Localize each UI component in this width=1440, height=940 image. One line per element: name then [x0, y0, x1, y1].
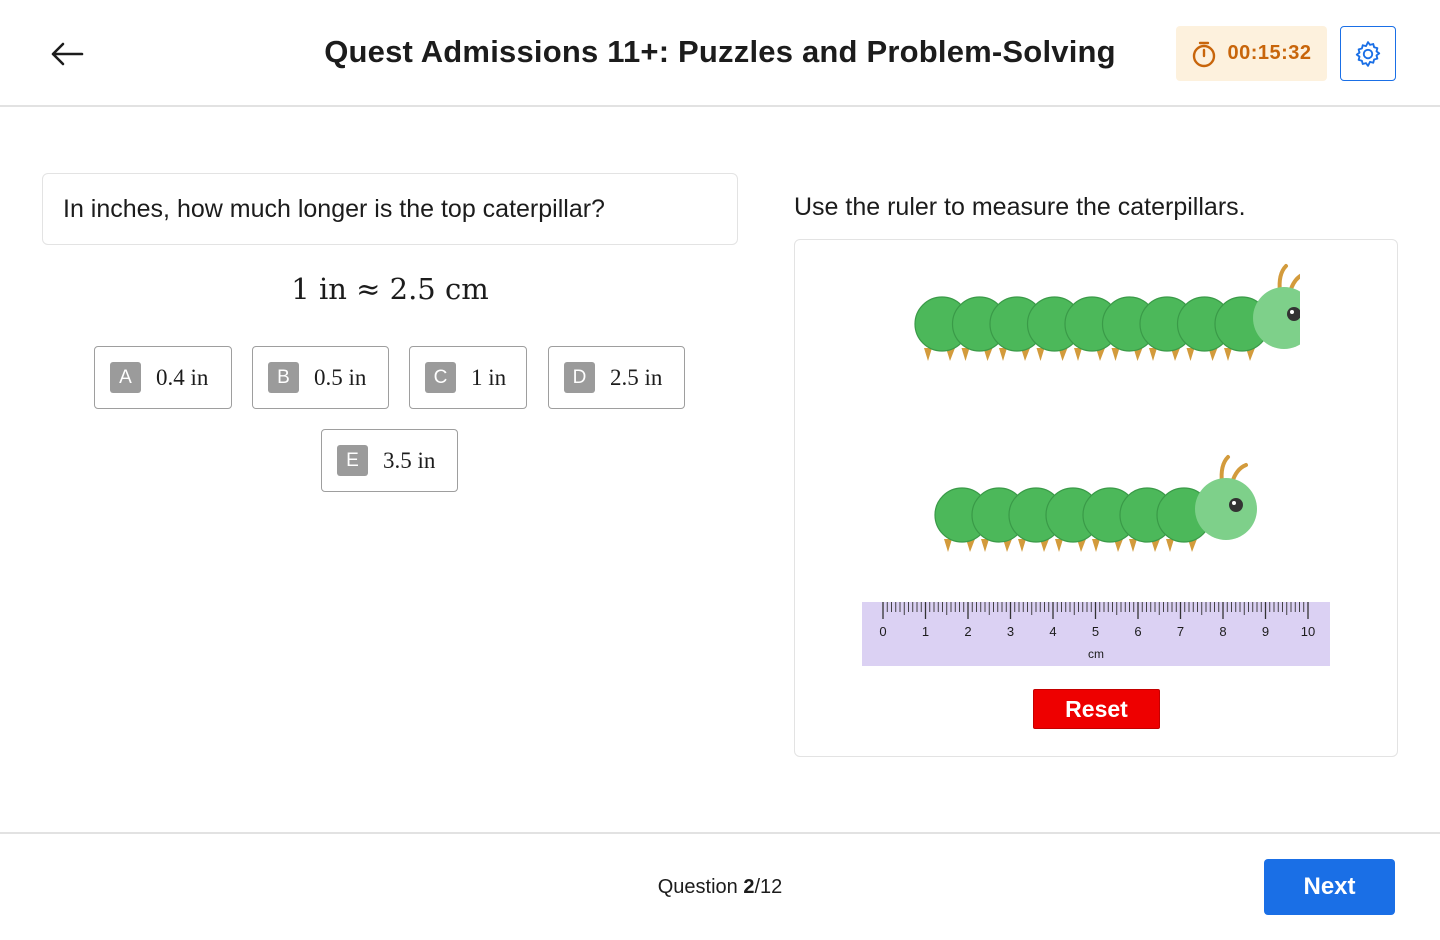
option-c[interactable]: C 1 in — [409, 346, 527, 409]
top-bar: Quest Admissions 11+: Puzzles and Proble… — [0, 0, 1440, 107]
option-letter: D — [564, 362, 595, 393]
option-text: 0.4 in — [156, 364, 209, 390]
option-e[interactable]: E 3.5 in — [321, 429, 458, 492]
caterpillar-eye — [1229, 498, 1243, 512]
caterpillar-leg — [1111, 348, 1120, 361]
option-d[interactable]: D 2.5 in — [548, 346, 685, 409]
caterpillar-bottom — [934, 455, 1257, 552]
ruler-label: 10 — [1301, 624, 1315, 639]
gear-icon — [1355, 40, 1381, 67]
option-text: 0.5 in — [314, 364, 367, 390]
next-button[interactable]: Next — [1264, 859, 1395, 915]
tool-instructions: Use the ruler to measure the caterpillar… — [794, 193, 1246, 221]
caterpillar-leg — [1036, 348, 1045, 361]
timer: 00:15:32 — [1176, 26, 1327, 81]
caterpillar-leg — [944, 539, 952, 552]
caterpillar-leg — [1149, 348, 1157, 361]
caterpillar-top — [914, 264, 1300, 361]
option-text: 3.5 in — [383, 447, 436, 473]
ruler-label: 5 — [1092, 624, 1099, 639]
ruler[interactable]: 0 1 2 3 4 5 6 7 8 9 10 cm — [862, 602, 1330, 666]
caterpillar-leg — [1074, 348, 1082, 361]
caterpillar-leg — [924, 348, 932, 361]
caterpillar-leg — [1129, 539, 1137, 552]
caterpillar-leg — [1166, 539, 1174, 552]
reset-button[interactable]: Reset — [1033, 689, 1160, 729]
ruler-label: 2 — [964, 624, 971, 639]
caterpillar-leg — [1018, 539, 1026, 552]
caterpillar-leg — [1186, 348, 1195, 361]
question-prompt: In inches, how much longer is the top ca… — [63, 194, 605, 223]
ruler-label: 7 — [1177, 624, 1184, 639]
caterpillar-leg — [1224, 348, 1232, 361]
ruler-unit: cm — [1088, 647, 1104, 661]
caterpillar-leg — [1055, 539, 1063, 552]
ruler-label: 3 — [1007, 624, 1014, 639]
progress-prefix: Question — [657, 876, 744, 898]
caterpillar-leg — [1092, 539, 1100, 552]
ruler-label: 6 — [1134, 624, 1141, 639]
progress-current: 2 — [743, 876, 755, 898]
caterpillar-leg — [981, 539, 989, 552]
settings-button[interactable] — [1340, 26, 1396, 81]
question-prompt-box: In inches, how much longer is the top ca… — [42, 173, 738, 245]
option-b[interactable]: B 0.5 in — [252, 346, 389, 409]
progress-total: /12 — [754, 876, 783, 898]
caterpillar-eye-highlight — [1290, 310, 1294, 314]
option-letter: A — [110, 362, 141, 393]
caterpillar-leg — [999, 348, 1007, 361]
stopwatch-icon — [1193, 41, 1216, 67]
caterpillar-eye-highlight — [1232, 501, 1236, 505]
ruler-label: 8 — [1219, 624, 1226, 639]
ruler-label: 1 — [922, 624, 929, 639]
option-a[interactable]: A 0.4 in — [94, 346, 232, 409]
conversion-hint: 1 in ≈ 2.5 cm — [291, 272, 489, 306]
option-text: 1 in — [471, 364, 507, 390]
question-progress: Question 2/12 — [0, 876, 1440, 899]
ruler-label: 9 — [1262, 624, 1269, 639]
option-letter: B — [268, 362, 299, 393]
ruler-label: 0 — [879, 624, 886, 639]
option-letter: E — [337, 445, 368, 476]
timer-value: 00:15:32 — [1227, 42, 1312, 64]
ruler-label: 4 — [1049, 624, 1056, 639]
option-letter: C — [425, 362, 456, 393]
caterpillar-leg — [961, 348, 970, 361]
option-text: 2.5 in — [610, 364, 663, 390]
caterpillar-head — [1195, 478, 1257, 540]
